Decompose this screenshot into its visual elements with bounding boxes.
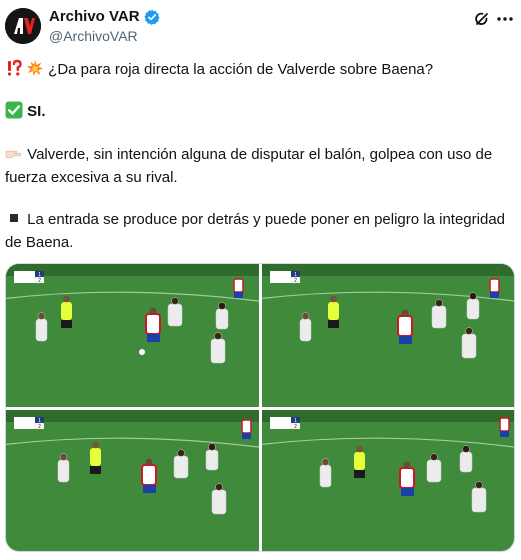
score-bottom: 2: [38, 424, 41, 430]
point-two-text: La entrada se produce por detrás y puede…: [5, 211, 506, 251]
handle[interactable]: @ArchivoVAR: [49, 28, 138, 44]
scoreboard: 1 2: [270, 417, 301, 430]
media-frame-2[interactable]: 1 2: [262, 264, 514, 407]
check-mark-button-icon: [5, 101, 23, 119]
avatar[interactable]: [5, 8, 41, 44]
display-name[interactable]: Archivo VAR: [49, 8, 140, 26]
media-frame-4[interactable]: 1 2: [262, 410, 514, 551]
answer-text: SI.: [27, 103, 46, 120]
more-options-icon[interactable]: [495, 10, 515, 28]
grok-icon[interactable]: [473, 10, 491, 28]
tweet-header: Archivo VAR @ArchivoVAR: [0, 0, 521, 52]
media-frame-3[interactable]: 1 2: [6, 410, 259, 551]
interrobang-icon: [5, 59, 23, 77]
point-one-text: Valverde, sin intención alguna de disput…: [5, 146, 493, 186]
media-grid[interactable]: 1 2 1 2 1 2 1 2: [5, 263, 515, 552]
scoreboard: 1 2: [14, 417, 45, 430]
point-one: Valverde, sin intención alguna de disput…: [5, 143, 510, 189]
question-text: ¿Da para roja directa la acción de Valve…: [48, 61, 434, 78]
score-bottom: 2: [38, 278, 41, 284]
pointing-hand-icon: [5, 144, 23, 162]
verified-badge-icon: [143, 9, 160, 25]
scoreboard: 1 2: [270, 271, 301, 284]
score-bottom: 2: [294, 424, 297, 430]
answer-line: SI.: [5, 100, 510, 123]
question-line: ¿Da para roja directa la acción de Valve…: [5, 58, 510, 81]
scoreboard: 1 2: [14, 271, 45, 284]
black-square-icon: [5, 209, 23, 227]
collision-icon: [26, 59, 44, 77]
media-frame-1[interactable]: 1 2: [6, 264, 259, 407]
point-two: La entrada se produce por detrás y puede…: [5, 208, 510, 254]
score-bottom: 2: [294, 278, 297, 284]
